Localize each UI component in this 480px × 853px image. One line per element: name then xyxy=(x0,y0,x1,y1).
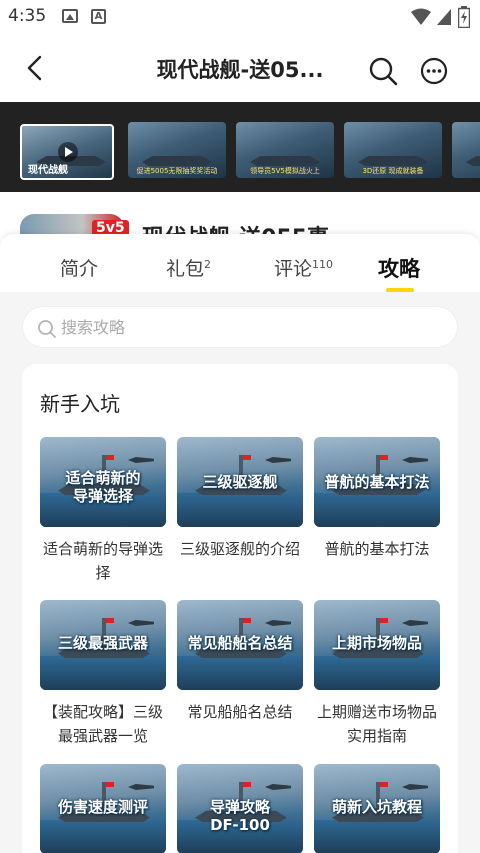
tab-label: 礼包 xyxy=(166,258,205,280)
video-thumbnail[interactable]: 现代战舰 xyxy=(20,124,114,180)
guide-thumbnail-text: 伤害速度测评 xyxy=(57,798,148,816)
guide-title: 【装配攻略】三级最强武器一览 xyxy=(42,703,163,745)
screenshot-caption: 3D还原 现成就装备 xyxy=(362,167,424,175)
tab-count: 110 xyxy=(312,258,334,271)
more-options-icon[interactable] xyxy=(420,57,448,85)
guide-item[interactable]: 普航的基本打法 普航的基本打法 xyxy=(314,437,440,561)
app-header: 现代战舰-送05... xyxy=(0,34,480,102)
guide-thumbnail-text-line: DF-100 xyxy=(210,816,270,834)
guide-thumbnail: 普航的基本打法 xyxy=(314,437,440,527)
guide-thumbnail-text: 常见船船名总结 xyxy=(187,634,293,652)
guide-thumbnail-text-line: 导弹攻略 xyxy=(209,798,270,816)
guide-item[interactable]: 三级最强武器 【装配攻略】三级最强武器一览 xyxy=(40,600,166,748)
guide-thumbnail-text-line: 导弹选择 xyxy=(72,487,133,505)
search-icon xyxy=(38,320,56,338)
tab-bar: 简介 礼包2 评论110 攻略 xyxy=(0,234,480,292)
tab-gifts[interactable]: 礼包2 xyxy=(166,254,211,281)
guide-thumbnail-text: 三级最强武器 xyxy=(57,634,148,652)
guide-item[interactable]: 上期市场物品 上期赠送市场物品实用指南 xyxy=(314,600,440,748)
game-name: 现代战舰-送055事 xyxy=(142,220,329,234)
guide-title: 三级驱逐舰的介绍 xyxy=(179,540,300,558)
guide-thumbnail: 导弹攻略 DF-100 xyxy=(177,764,303,853)
guide-thumbnail: 伤害速度测评 xyxy=(40,764,166,853)
screenshot-thumbnail[interactable]: 促进5005无限抽奖奖活动 xyxy=(128,122,226,178)
play-icon[interactable] xyxy=(58,142,78,162)
wifi-icon xyxy=(411,8,431,25)
guide-thumbnail: 三级最强武器 xyxy=(40,600,166,690)
guide-thumbnail-text: 适合萌新的 导弹选择 xyxy=(40,469,166,505)
guide-thumbnail-text: 三级驱逐舰 xyxy=(202,473,278,491)
game-logo-text: 现代战舰 xyxy=(28,165,68,176)
page-title: 现代战舰-送05... xyxy=(156,58,324,82)
guide-thumbnail: 常见船船名总结 xyxy=(177,600,303,690)
search-icon[interactable] xyxy=(368,56,398,86)
screenshot-caption: 促进5005无限抽奖奖活动 xyxy=(136,167,218,175)
app-notification-icon: A xyxy=(91,9,106,24)
guide-thumbnail-text: 普航的基本打法 xyxy=(324,473,430,491)
back-arrow-icon[interactable] xyxy=(22,54,50,82)
tab-label: 评论 xyxy=(274,258,313,280)
media-strip: 现代战舰 促进5005无限抽奖奖活动 领导员5V5模拟战火上 3D还原 现成就装… xyxy=(0,102,480,192)
guide-item[interactable]: 导弹攻略 DF-100 xyxy=(177,764,303,853)
guide-item[interactable]: 萌新入坑教程 xyxy=(314,764,440,853)
status-bar: 4:35 A xyxy=(0,0,480,34)
guide-thumbnail-text: 萌新入坑教程 xyxy=(331,798,422,816)
game-info: 5v5 现代战舰-送055事 xyxy=(0,192,480,234)
guide-title: 适合萌新的导弹选择 xyxy=(42,540,163,582)
signal-icon xyxy=(437,9,451,25)
tab-count: 2 xyxy=(204,258,212,271)
tab-guides[interactable]: 攻略 xyxy=(378,253,420,283)
guide-title: 普航的基本打法 xyxy=(324,540,430,558)
guide-item[interactable]: 伤害速度测评 xyxy=(40,764,166,853)
guide-title: 上期赠送市场物品实用指南 xyxy=(316,703,437,745)
guide-item[interactable]: 三级驱逐舰 三级驱逐舰的介绍 xyxy=(177,437,303,561)
screenshot-thumbnail[interactable]: 3D还原 现成就装备 xyxy=(344,122,442,178)
tab-label: 简介 xyxy=(60,258,99,280)
ship-graphic xyxy=(466,156,480,166)
screenshot-thumbnail[interactable] xyxy=(452,122,480,178)
tab-comments[interactable]: 评论110 xyxy=(274,254,333,281)
guide-thumbnail-text: 导弹攻略 DF-100 xyxy=(177,798,303,834)
guide-search-box[interactable] xyxy=(22,306,458,348)
section-title: 新手入坑 xyxy=(40,392,120,416)
guide-section-card: 新手入坑 适合萌新的 导弹选择 适合萌新的导弹选择 三级驱逐舰 三级驱逐舰的介绍 xyxy=(22,364,458,853)
guide-item[interactable]: 适合萌新的 导弹选择 适合萌新的导弹选择 xyxy=(40,437,166,585)
ship-graphic xyxy=(358,156,428,166)
guide-search-input[interactable] xyxy=(61,315,441,339)
guide-thumbnail: 萌新入坑教程 xyxy=(314,764,440,853)
guide-thumbnail-text-line: 适合萌新的 xyxy=(65,469,141,487)
status-time: 4:35 xyxy=(8,6,47,26)
screenshot-caption: 领导员5V5模拟战火上 xyxy=(250,167,320,175)
guide-title: 常见船船名总结 xyxy=(187,703,293,721)
guide-thumbnail: 上期市场物品 xyxy=(314,600,440,690)
ship-graphic xyxy=(250,156,320,166)
game-badge: 5v5 xyxy=(92,220,129,234)
tab-intro[interactable]: 简介 xyxy=(60,254,98,281)
guide-thumbnail-text: 上期市场物品 xyxy=(331,634,422,652)
ship-graphic xyxy=(142,156,212,166)
battery-charging-icon xyxy=(458,6,470,28)
guides-content: 新手入坑 适合萌新的 导弹选择 适合萌新的导弹选择 三级驱逐舰 三级驱逐舰的介绍 xyxy=(0,292,480,853)
gallery-notification-icon xyxy=(62,9,78,23)
tab-label: 攻略 xyxy=(378,257,420,281)
guide-item[interactable]: 常见船船名总结 常见船船名总结 xyxy=(177,600,303,724)
guide-thumbnail: 三级驱逐舰 xyxy=(177,437,303,527)
screenshot-thumbnail[interactable]: 领导员5V5模拟战火上 xyxy=(236,122,334,178)
guide-thumbnail: 适合萌新的 导弹选择 xyxy=(40,437,166,527)
